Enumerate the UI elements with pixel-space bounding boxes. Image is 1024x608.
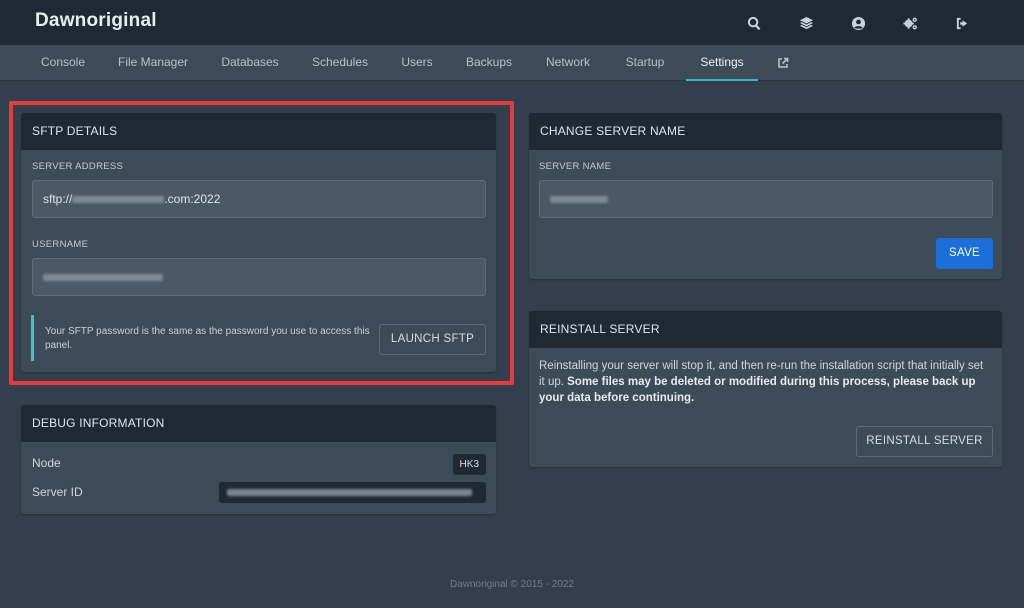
debug-information-title: DEBUG INFORMATION xyxy=(21,405,496,442)
tab-network[interactable]: Network xyxy=(535,45,601,81)
save-button[interactable]: SAVE xyxy=(936,238,993,269)
sub-navigation: Console File Manager Databases Schedules… xyxy=(0,45,1024,81)
layers-icon[interactable] xyxy=(780,12,832,34)
redacted-server-name xyxy=(550,196,608,204)
search-icon[interactable] xyxy=(728,12,780,34)
reinstall-server-title: REINSTALL SERVER xyxy=(529,311,1002,348)
top-bar: Dawnoriginal xyxy=(0,0,1024,45)
tab-file-manager[interactable]: File Manager xyxy=(110,45,196,81)
tab-backups[interactable]: Backups xyxy=(456,45,522,81)
reinstall-server-card: REINSTALL SERVER Reinstalling your serve… xyxy=(529,311,1002,467)
launch-sftp-button[interactable]: LAUNCH SFTP xyxy=(379,324,486,355)
brand-title[interactable]: Dawnoriginal xyxy=(35,10,157,32)
sftp-details-title: SFTP DETAILS xyxy=(21,113,496,150)
server-name-label: SERVER NAME xyxy=(539,161,612,172)
debug-information-card: DEBUG INFORMATION Node HK3 Server ID xyxy=(21,405,496,514)
change-server-name-card: CHANGE SERVER NAME SERVER NAME SAVE xyxy=(529,113,1002,279)
node-label: Node xyxy=(32,456,61,470)
external-link-icon[interactable] xyxy=(772,45,794,81)
change-server-name-title: CHANGE SERVER NAME xyxy=(529,113,1002,150)
server-address-label: SERVER ADDRESS xyxy=(32,161,124,172)
server-address-field[interactable]: sftp:// .com:2022 xyxy=(32,180,486,218)
redacted-username xyxy=(43,274,163,282)
sign-out-icon[interactable] xyxy=(936,12,988,34)
tab-schedules[interactable]: Schedules xyxy=(302,45,378,81)
username-field[interactable] xyxy=(32,258,486,296)
server-name-field[interactable] xyxy=(539,180,993,218)
sftp-details-card: SFTP DETAILS SERVER ADDRESS sftp:// .com:… xyxy=(21,113,496,372)
server-address-suffix: .com:2022 xyxy=(164,192,221,206)
tab-users[interactable]: Users xyxy=(392,45,442,81)
server-id-value[interactable] xyxy=(219,482,486,503)
tab-databases[interactable]: Databases xyxy=(210,45,290,81)
server-id-label: Server ID xyxy=(32,485,83,499)
redacted-host xyxy=(72,196,165,204)
tab-console[interactable]: Console xyxy=(30,45,96,81)
node-badge: HK3 xyxy=(452,454,486,475)
sftp-password-notice: Your SFTP password is the same as the pa… xyxy=(31,315,371,361)
server-address-prefix: sftp:// xyxy=(43,192,73,206)
footer-copyright: Dawnoriginal © 2015 - 2022 xyxy=(449,579,575,590)
reinstall-server-button[interactable]: REINSTALL SERVER xyxy=(856,426,993,457)
redacted-server-id xyxy=(227,489,472,496)
reinstall-description: Reinstalling your server will stop it, a… xyxy=(539,358,991,406)
tab-startup[interactable]: Startup xyxy=(614,45,676,81)
tab-settings[interactable]: Settings xyxy=(686,45,758,81)
user-circle-icon[interactable] xyxy=(832,12,884,34)
top-icons xyxy=(728,12,988,34)
cogs-icon[interactable] xyxy=(884,12,936,34)
reinstall-description-warning: Some files may be deleted or modified du… xyxy=(539,376,976,404)
username-label: USERNAME xyxy=(32,239,89,250)
